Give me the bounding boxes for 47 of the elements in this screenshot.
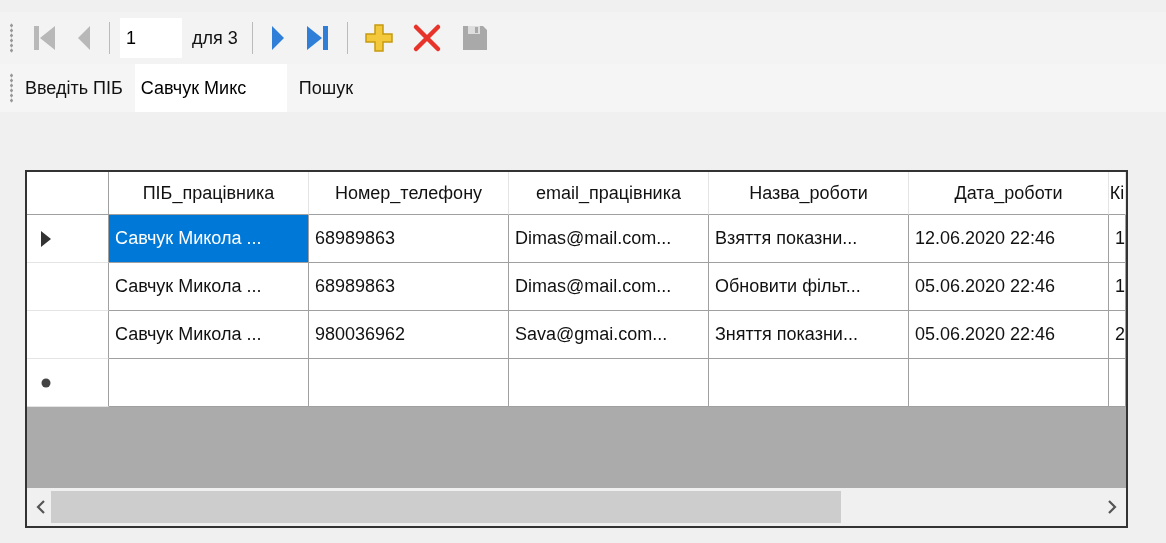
column-header[interactable]: Дата_роботи xyxy=(909,172,1109,215)
search-button[interactable]: Пошук xyxy=(292,77,360,99)
table-cell[interactable]: Обновити фільт... xyxy=(709,263,909,311)
table-cell[interactable]: Sava@gmai.com... xyxy=(509,311,709,359)
column-header[interactable]: Назва_роботи xyxy=(709,172,909,215)
table-cell[interactable] xyxy=(509,359,709,407)
table-cell[interactable]: Dimas@mail.com... xyxy=(509,263,709,311)
search-field[interactable]: Савчук Микс xyxy=(134,64,287,112)
table-cell[interactable] xyxy=(709,359,909,407)
table-cell[interactable]: 12.06.2020 22:46 xyxy=(909,215,1109,263)
column-header[interactable]: ПІБ_працівника xyxy=(109,172,309,215)
table-cell[interactable] xyxy=(909,359,1109,407)
table-cell[interactable]: 980036962 xyxy=(309,311,509,359)
first-record-icon xyxy=(31,23,57,53)
column-header[interactable]: email_працівника xyxy=(509,172,709,215)
new-row-icon xyxy=(41,377,51,388)
table-cell[interactable]: Зняття показни... xyxy=(709,311,909,359)
last-record-icon xyxy=(304,23,331,53)
table-cell[interactable] xyxy=(109,359,309,407)
table-cell[interactable]: Савчук Микола ... xyxy=(109,215,309,263)
table-cell[interactable]: 2 xyxy=(1109,311,1126,359)
table-cell[interactable]: 05.06.2020 22:46 xyxy=(909,263,1109,311)
table-cell[interactable]: 68989863 xyxy=(309,263,509,311)
column-header[interactable]: Кі xyxy=(1109,172,1126,215)
horizontal-scrollbar[interactable] xyxy=(27,488,1126,526)
scroll-left-icon[interactable] xyxy=(35,500,47,514)
column-header[interactable]: Номер_телефону xyxy=(309,172,509,215)
table-cell[interactable] xyxy=(1109,359,1126,407)
table-cell[interactable]: Dimas@mail.com... xyxy=(509,215,709,263)
table-cell[interactable] xyxy=(309,359,509,407)
add-icon xyxy=(363,23,394,53)
delete-icon xyxy=(411,23,442,53)
row-header[interactable] xyxy=(27,215,109,263)
table-cell[interactable]: 05.06.2020 22:46 xyxy=(909,311,1109,359)
table-cell[interactable]: 68989863 xyxy=(309,215,509,263)
current-row-icon xyxy=(41,230,51,247)
table-cell[interactable]: Савчук Микола ... xyxy=(109,263,309,311)
search-label: Введіть ПІБ xyxy=(25,77,124,99)
row-header[interactable] xyxy=(27,359,109,407)
table-cell[interactable]: 1 xyxy=(1109,215,1126,263)
table-cell[interactable]: Савчук Микола ... xyxy=(109,311,309,359)
scrollbar-thumb[interactable] xyxy=(51,491,841,523)
position-field[interactable]: 1 xyxy=(120,18,182,58)
record-count: для 3 xyxy=(191,27,239,49)
table-cell[interactable]: Взяття показни... xyxy=(709,215,909,263)
scroll-right-icon[interactable] xyxy=(1106,500,1118,514)
table-cell[interactable]: 1 xyxy=(1109,263,1126,311)
